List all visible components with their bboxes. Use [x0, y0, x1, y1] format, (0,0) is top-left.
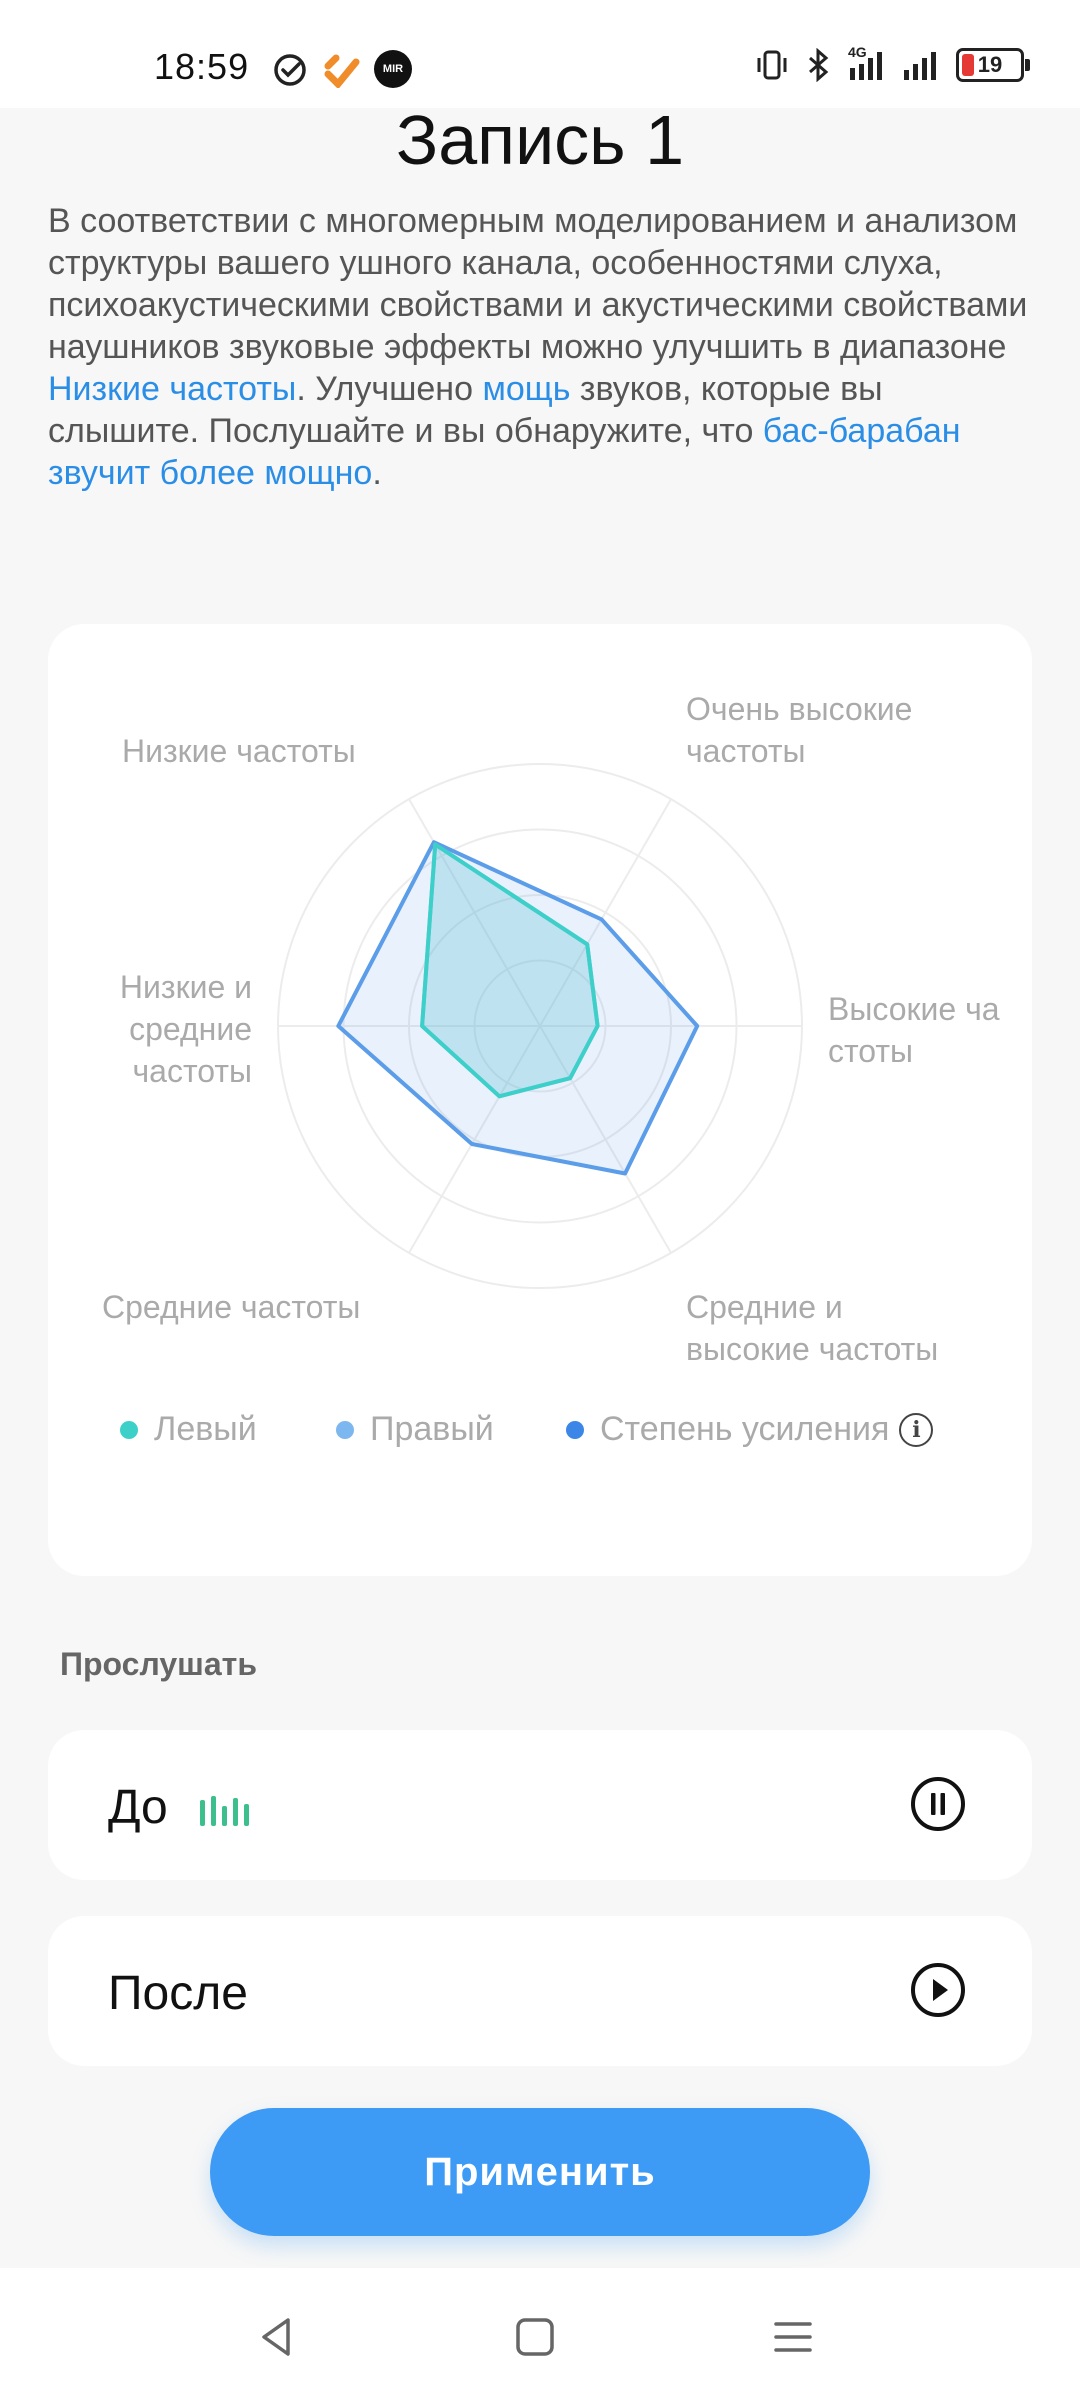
axis-label-low: Низкие частоты [122, 733, 356, 769]
axis-label-mid-high-line1: Средние и [686, 1289, 843, 1325]
recents-menu-icon[interactable] [768, 2312, 818, 2362]
axis-label-very-high-line2: частоты [686, 733, 806, 769]
pause-button[interactable] [908, 1774, 968, 1834]
legend-dot-right [336, 1420, 354, 1439]
apply-button[interactable]: Применить [210, 2108, 870, 2236]
axis-label-high-line1: Высокие ча [828, 991, 1000, 1027]
legend-dot-gain [566, 1420, 584, 1439]
axis-label-high: Высокие ча стоты [828, 988, 1000, 1072]
signal-icon [904, 52, 936, 80]
status-time: 18:59 [154, 46, 250, 87]
listen-section-label: Прослушать [60, 1646, 257, 1682]
legend-dot-left [120, 1420, 138, 1439]
info-icon[interactable]: i [899, 1412, 934, 1447]
before-label: До [108, 1781, 168, 1834]
vibrate-icon [757, 50, 787, 80]
axis-label-low-mid-line1: Низкие и [119, 969, 252, 1005]
check-circle-icon [274, 54, 306, 86]
before-row[interactable]: До [48, 1730, 1032, 1880]
desc-highlight-power: мощь [482, 370, 571, 408]
legend-right: Правый [336, 1410, 494, 1449]
payment-app-icon [324, 54, 360, 88]
chart-legend: Левый Правый Степень усиления i [0, 1410, 1080, 1470]
legend-label-right: Правый [370, 1410, 494, 1448]
legend-gain: Степень усиления i [566, 1410, 934, 1449]
axis-label-very-high-line1: Очень высокие [686, 691, 913, 727]
legend-label-gain: Степень усиления [600, 1410, 890, 1448]
axis-label-mid-high: Средние и высокие частоты [686, 1286, 938, 1370]
mir-icon: MIR [374, 50, 412, 88]
desc-part-2: . Улучшено [296, 370, 483, 408]
description-text: В соответствии с многомерным моделирован… [48, 200, 1038, 494]
desc-highlight-low-freq: Низкие частоты [48, 370, 297, 408]
legend-left: Левый [120, 1410, 257, 1449]
back-icon[interactable] [252, 2312, 302, 2362]
legend-label-left: Левый [154, 1410, 257, 1448]
axis-label-very-high: Очень высокие частоты [686, 688, 912, 772]
page-title: Запись 1 [395, 101, 685, 179]
desc-part-1: В соответствии с многомерным моделирован… [48, 202, 1028, 366]
axis-label-low-mid-line3: частоты [132, 1053, 252, 1089]
navigation-bar [0, 2268, 1080, 2400]
axis-label-mid: Средние частоты [102, 1289, 361, 1325]
battery-icon: 19 [956, 48, 1030, 82]
equalizer-icon [200, 1796, 249, 1826]
axis-label-high-line2: стоты [828, 1033, 914, 1069]
status-bar: 18:59 MIR 4G 19 [0, 0, 1080, 108]
desc-part-4: . [372, 454, 382, 492]
play-button[interactable] [908, 1960, 968, 2020]
after-row[interactable]: После [48, 1916, 1032, 2066]
mir-label: MIR [382, 63, 404, 75]
axis-label-low-mid: Низкие и средние частоты [96, 966, 252, 1092]
battery-level: 19 [977, 52, 1003, 77]
axis-label-mid-high-line2: высокие частоты [686, 1331, 939, 1367]
signal-4g-icon: 4G [848, 44, 888, 82]
bluetooth-icon [809, 48, 829, 82]
after-label: После [108, 1967, 248, 2020]
axis-label-low-mid-line2: средние [129, 1011, 252, 1047]
home-icon[interactable] [510, 2312, 560, 2362]
